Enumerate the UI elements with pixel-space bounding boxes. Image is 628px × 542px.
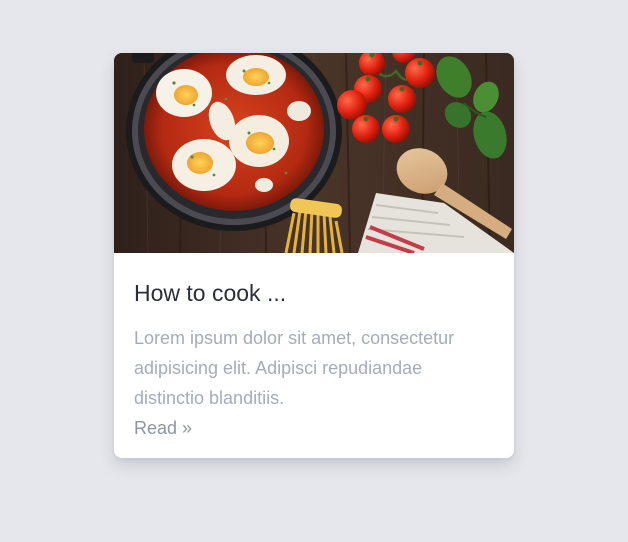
recipe-card: How to cook ... Lorem ipsum dolor sit am… [114,53,514,458]
card-image [114,53,514,253]
card-title: How to cook ... [134,280,287,306]
read-more-link[interactable]: Read » [134,413,192,443]
card-description: Lorem ipsum dolor sit amet, consectetur … [134,328,455,408]
card-body: How to cook ... Lorem ipsum dolor sit am… [114,253,514,458]
